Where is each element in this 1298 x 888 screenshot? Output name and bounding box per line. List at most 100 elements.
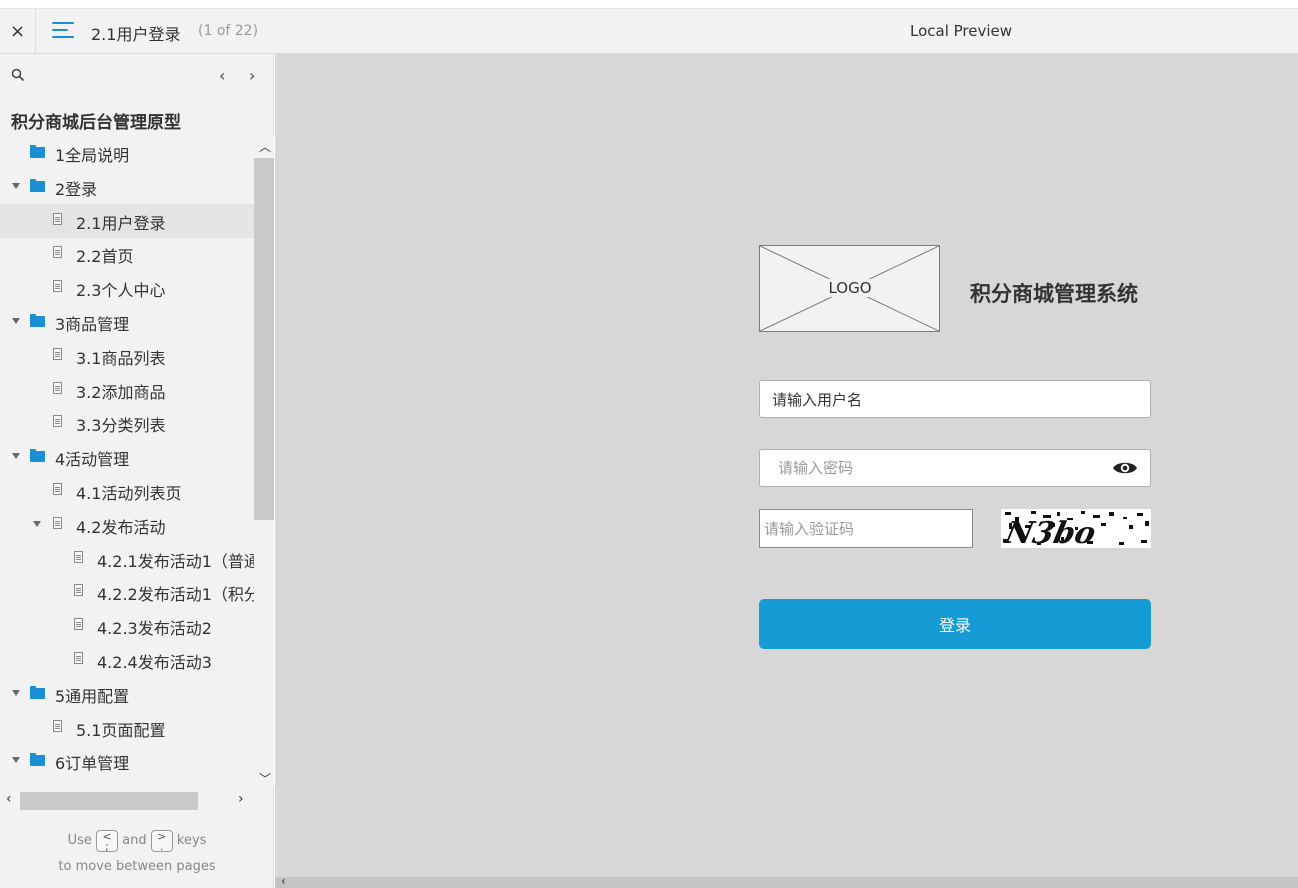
- sidebar: ‹ › 积分商城后台管理原型 1全局说明 2登录 2.1用户登录 2.2首页 2.3个人…: [0, 54, 274, 888]
- captcha-field[interactable]: [759, 509, 973, 548]
- tree-item-label: 4.1活动列表页: [76, 484, 182, 503]
- tree-item-label: 1全局说明: [55, 146, 130, 165]
- folder-icon: [30, 178, 45, 192]
- tree-item-label: 2.2首页: [76, 247, 134, 267]
- expand-arrow-icon[interactable]: [12, 318, 20, 324]
- tree-item-label: 4.2.2发布活动1（积分: [97, 585, 254, 605]
- project-title: 积分商城后台管理原型: [11, 113, 181, 133]
- username-field[interactable]: [759, 380, 1151, 418]
- eye-icon[interactable]: [1112, 460, 1138, 476]
- page-title: 2.1用户登录: [91, 25, 181, 44]
- hint-keys: keys: [176, 833, 207, 848]
- tree-item-label: 4.2.3发布活动2: [97, 619, 212, 639]
- tree-item[interactable]: 2.1用户登录: [0, 203, 254, 238]
- expand-arrow-icon[interactable]: [33, 520, 41, 527]
- tree-item[interactable]: 3.1商品列表: [0, 339, 254, 373]
- tree-item[interactable]: 4.2.1发布活动1（普通: [0, 542, 254, 576]
- scroll-right-icon[interactable]: ›: [238, 791, 244, 807]
- scroll-left-icon[interactable]: ‹: [281, 874, 286, 888]
- key-next-icon: > .: [150, 829, 173, 852]
- chevron-down-icon[interactable]: ﹀: [259, 770, 271, 787]
- tree-item-label: 3.2添加商品: [76, 382, 166, 402]
- folder-icon: [30, 314, 45, 327]
- search-icon[interactable]: [11, 68, 25, 82]
- page-icon: [74, 550, 83, 563]
- login-button[interactable]: 登录: [759, 599, 1151, 649]
- tree-vertical-scrollbar[interactable]: ︿ ﹀: [254, 136, 274, 786]
- tree-item[interactable]: 2.3个人中心: [0, 271, 254, 305]
- tree-item[interactable]: 6订单管理: [0, 744, 254, 778]
- scrollbar-thumb[interactable]: [254, 158, 274, 520]
- password-field[interactable]: [759, 449, 1151, 487]
- menu-icon[interactable]: [52, 22, 74, 40]
- hint-and: and: [122, 833, 147, 848]
- page-icon: [74, 652, 83, 664]
- tree-item-label: 3商品管理: [55, 315, 130, 334]
- key-prev-icon: < ;: [96, 829, 118, 852]
- tree-item[interactable]: 1全局说明: [0, 136, 254, 170]
- tree-horizontal-scrollbar[interactable]: ‹ ›: [0, 790, 254, 812]
- tree-item-label: 4.2.4发布活动3: [97, 653, 212, 672]
- tree-item[interactable]: 2.2首页: [0, 237, 254, 271]
- page-tree: 1全局说明 2登录 2.1用户登录 2.2首页 2.3个人中心 3商品管理 3.1商品列表 3…: [0, 136, 254, 786]
- page-icon: [53, 280, 62, 293]
- expand-arrow-icon[interactable]: [12, 757, 20, 764]
- captcha-text: N3bo: [1001, 516, 1099, 548]
- page-count: (1 of 22): [198, 23, 259, 39]
- tree-item[interactable]: 5通用配置: [0, 677, 254, 711]
- tree-item[interactable]: 4.2.2发布活动1（积分: [0, 575, 254, 609]
- canvas-horizontal-scrollbar[interactable]: ‹: [275, 874, 1298, 888]
- tree-item[interactable]: 2登录: [0, 170, 254, 204]
- close-icon: ×: [9, 21, 26, 42]
- tree-item[interactable]: 5.1页面配置: [0, 711, 254, 745]
- tree-item-label: 2登录: [55, 179, 98, 199]
- tree-item[interactable]: 4.2.3发布活动2: [0, 609, 254, 643]
- preview-label: Local Preview: [910, 22, 1013, 40]
- tree-item-label: 4.2.1发布活动1（普通: [97, 551, 254, 571]
- page-icon: [53, 381, 62, 394]
- scrollbar-thumb[interactable]: [20, 792, 198, 810]
- tree-item[interactable]: 4.2发布活动: [0, 508, 254, 542]
- password-input[interactable]: [760, 450, 1150, 486]
- chevron-up-icon[interactable]: ︿: [259, 138, 271, 155]
- tree-item-label: 4活动管理: [55, 450, 130, 470]
- captcha-input[interactable]: [760, 510, 972, 547]
- page-icon: [74, 584, 83, 597]
- folder-icon: [30, 449, 45, 463]
- tree-item-label: 6订单管理: [55, 754, 130, 774]
- expand-arrow-icon[interactable]: [12, 689, 20, 696]
- tree-item[interactable]: 6.1订单列表: [0, 778, 254, 786]
- tree-item-label: 5.1页面配置: [76, 720, 166, 740]
- hint-line2: to move between pages: [58, 859, 216, 874]
- tree-item[interactable]: 4.1活动列表页: [0, 474, 254, 508]
- close-button[interactable]: ×: [0, 9, 36, 54]
- page-icon: [53, 483, 62, 495]
- keyboard-hint: Use < ; and > . keys to move between pag…: [0, 828, 274, 880]
- tree-item[interactable]: 3.3分类列表: [0, 406, 254, 440]
- tree-item-label: 5通用配置: [55, 686, 130, 706]
- tree-item-label: 3.1商品列表: [76, 348, 166, 368]
- scroll-left-icon[interactable]: ‹: [6, 791, 12, 807]
- hint-use: Use: [67, 833, 92, 848]
- chevron-left-icon[interactable]: ‹: [219, 66, 235, 85]
- captcha-image[interactable]: N3bo: [1001, 509, 1151, 548]
- tree-item-label: 2.3个人中心: [76, 281, 166, 301]
- folder-icon: [30, 685, 45, 699]
- chevron-right-icon[interactable]: ›: [249, 66, 265, 85]
- page-icon: [53, 516, 62, 529]
- tree-item[interactable]: 3.2添加商品: [0, 373, 254, 407]
- expand-arrow-icon[interactable]: [12, 182, 20, 189]
- tree-item[interactable]: 4活动管理: [0, 440, 254, 474]
- username-input[interactable]: [760, 381, 1150, 417]
- folder-icon: [30, 753, 45, 767]
- page-icon: [53, 415, 62, 428]
- page-icon: [74, 618, 83, 631]
- tree-item[interactable]: 3商品管理: [0, 305, 254, 339]
- top-bar: × 2.1用户登录 (1 of 22) Local Preview: [0, 8, 1298, 54]
- tree-item[interactable]: 4.2.4发布活动3: [0, 643, 254, 677]
- expand-arrow-icon[interactable]: [12, 453, 20, 460]
- tree-item-label: 6.1订单列表: [76, 784, 165, 786]
- page-icon: [53, 246, 62, 259]
- folder-icon: [30, 145, 45, 158]
- page-icon: [53, 212, 62, 225]
